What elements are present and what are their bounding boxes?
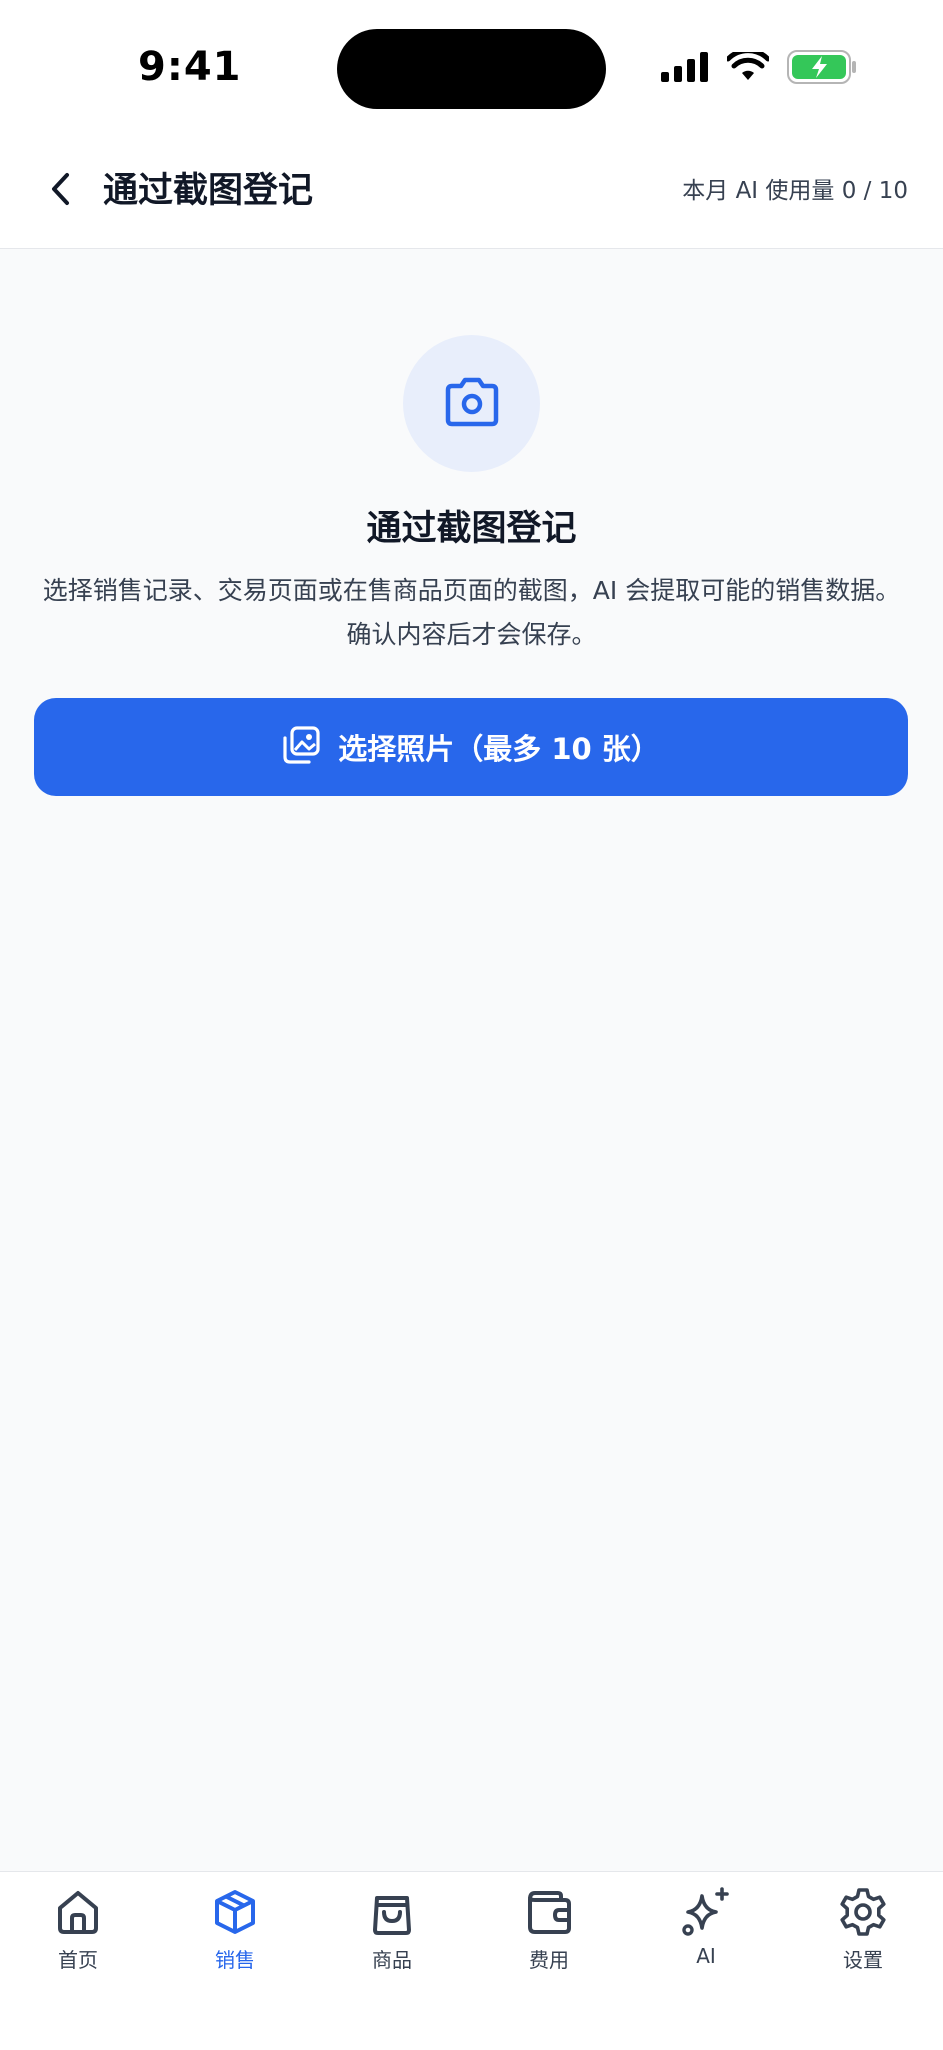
status-bar: 9:41 (0, 0, 943, 136)
navigation-header: 通过截图登记 本月 AI 使用量 0 / 10 (0, 136, 943, 249)
camera-icon-badge (403, 335, 540, 472)
home-icon (52, 1886, 104, 1938)
tab-label: 首页 (58, 1948, 98, 1972)
status-time: 9:41 (138, 44, 242, 90)
tab-label: 销售 (215, 1948, 255, 1972)
tab-settings[interactable]: 设置 (803, 1886, 923, 1996)
main-content: 通过截图登记 选择销售记录、交易页面或在售商品页面的截图，AI 会提取可能的销售… (0, 249, 943, 1871)
tab-expenses[interactable]: 费用 (489, 1886, 609, 1996)
status-icons (661, 48, 857, 88)
back-button[interactable] (36, 166, 86, 216)
wallet-icon (523, 1886, 575, 1938)
tab-products[interactable]: 商品 (332, 1886, 452, 1996)
dynamic-island (337, 29, 606, 109)
tab-label: 商品 (372, 1948, 412, 1972)
box-icon (209, 1886, 261, 1938)
tab-sales[interactable]: 销售 (175, 1886, 295, 1996)
tab-label: AI (696, 1944, 716, 1968)
photos-icon (282, 726, 320, 768)
battery-charging-icon (787, 50, 857, 88)
tab-label: 设置 (843, 1948, 883, 1972)
page-title: 通过截图登记 (103, 171, 314, 211)
camera-icon (442, 376, 502, 432)
ai-usage-counter: 本月 AI 使用量 0 / 10 (682, 178, 908, 204)
chevron-left-icon (48, 172, 74, 210)
tab-label: 费用 (529, 1948, 569, 1972)
gear-icon (837, 1886, 889, 1938)
tab-ai[interactable]: AI (646, 1886, 766, 1996)
bottom-tab-bar: 首页 销售 商品 费用 AI 设置 (0, 1871, 943, 2050)
hero-description: 选择销售记录、交易页面或在售商品页面的截图，AI 会提取可能的销售数据。确认内容… (42, 576, 901, 649)
cellular-signal-icon (661, 52, 709, 86)
shopping-bag-icon (366, 1886, 418, 1938)
sparkles-icon (680, 1886, 732, 1938)
tab-home[interactable]: 首页 (18, 1886, 138, 1996)
select-photos-button[interactable]: 选择照片（最多 10 张） (34, 698, 908, 796)
wifi-icon (725, 48, 771, 86)
select-photos-label: 选择照片（最多 10 张） (338, 732, 660, 766)
hero-title: 通过截图登记 (366, 509, 577, 549)
